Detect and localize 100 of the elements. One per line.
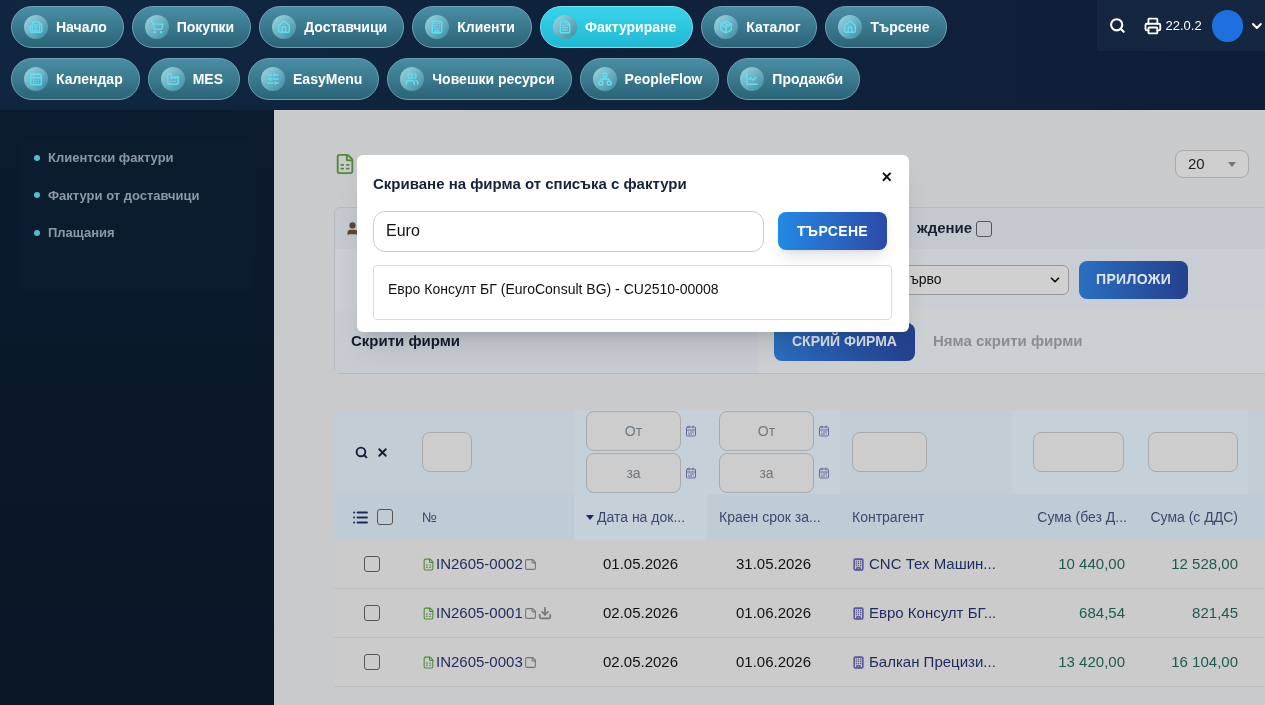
- select-all-checkbox[interactable]: [376, 509, 393, 525]
- invoice-icon: [334, 153, 356, 175]
- invoice-icon: [422, 557, 435, 571]
- date-field[interactable]: От: [586, 411, 681, 451]
- note-icon[interactable]: [523, 606, 537, 620]
- apply-button[interactable]: ПРИЛОЖИ: [1079, 260, 1189, 299]
- column-header[interactable]: Сума (с ДДС): [1137, 494, 1248, 540]
- table-cell-text: 10 440,00: [1057, 553, 1126, 574]
- download-icon[interactable]: [537, 606, 552, 620]
- sidebar-item[interactable]: Плащания: [34, 223, 240, 243]
- row-checkbox[interactable]: [364, 654, 380, 670]
- nav-icon: [552, 15, 577, 39]
- nav-button[interactable]: Покупки: [131, 6, 252, 48]
- hidden-firms-label: Скрити фирми: [351, 331, 461, 352]
- building-icon: [852, 655, 865, 669]
- invoice-icon: [422, 606, 435, 620]
- printer-icon[interactable]: [1143, 16, 1162, 35]
- caret-icon: [1228, 161, 1236, 167]
- note-icon[interactable]: [523, 557, 537, 571]
- table-cell-text: 12 528,00: [1170, 553, 1239, 574]
- filter-field[interactable]: [422, 432, 472, 472]
- table-cell-text: 01.06.2026: [734, 602, 813, 623]
- invoice-number[interactable]: IN2605-0001: [436, 601, 523, 625]
- nav-icon: [740, 67, 765, 91]
- nav-icon: [261, 67, 286, 91]
- date-field[interactable]: От: [719, 411, 814, 451]
- nav-icon: [160, 67, 185, 91]
- nav-button[interactable]: Търсене: [825, 6, 947, 48]
- nav-button[interactable]: Клиенти: [412, 6, 532, 48]
- filter-checkbox[interactable]: [976, 220, 993, 237]
- nav-icon: [714, 15, 739, 39]
- table-cell-text: 01.05.2026: [601, 553, 680, 574]
- sort-caret-icon: [586, 514, 594, 520]
- filter-field[interactable]: [1148, 432, 1238, 472]
- table-cell-text: Евро Консулт БГ...: [869, 602, 997, 623]
- row-checkbox[interactable]: [364, 556, 380, 572]
- table-cell-text: 02.05.2026: [601, 651, 680, 672]
- table-cell-text: 13 420,00: [1057, 651, 1126, 672]
- column-header[interactable]: Краен срок за...: [707, 494, 840, 540]
- nav-button[interactable]: MES: [147, 58, 241, 100]
- nav-button[interactable]: Начало: [11, 6, 124, 48]
- invoice-icon: [422, 655, 435, 669]
- list-icon[interactable]: [351, 508, 369, 526]
- avatar[interactable]: [1211, 9, 1244, 42]
- filter-field[interactable]: [852, 432, 927, 472]
- table-cell-text: 684,54: [1078, 602, 1126, 623]
- building-icon: [852, 557, 865, 571]
- table-cell-text: 16 104,00: [1170, 651, 1239, 672]
- date-field[interactable]: за: [719, 453, 814, 493]
- nav-icon: [272, 15, 297, 39]
- date-field[interactable]: за: [586, 453, 681, 493]
- filter-field[interactable]: [1033, 432, 1124, 472]
- table-cell-text: 821,45: [1191, 602, 1239, 623]
- calendar-icon[interactable]: [685, 425, 697, 437]
- calendar-icon[interactable]: [818, 425, 830, 437]
- invoice-number[interactable]: IN2605-0003: [436, 650, 523, 674]
- calendar-icon[interactable]: [685, 467, 697, 479]
- table-cell-text: 01.06.2026: [734, 651, 813, 672]
- table-cell-text: 02.05.2026: [601, 602, 680, 623]
- search-icon[interactable]: [355, 445, 368, 459]
- version-label: 22.0.2: [1165, 16, 1202, 35]
- filter-label: ждение: [917, 218, 973, 239]
- search-button[interactable]: ТЪРСЕНЕ: [778, 212, 887, 250]
- nav-button[interactable]: Календар: [11, 58, 140, 100]
- calendar-icon[interactable]: [818, 467, 830, 479]
- search-field[interactable]: Euro: [373, 210, 764, 252]
- nav-button[interactable]: Доставчици: [259, 6, 405, 48]
- column-header[interactable]: Контрагент: [840, 494, 1012, 540]
- column-header[interactable]: Дата на док...: [574, 494, 707, 540]
- table-cell-text: Балкан Прецизи...: [869, 651, 996, 672]
- page-size-select[interactable]: 20: [1175, 150, 1249, 178]
- nav-icon: [144, 15, 169, 39]
- nav-icon: [24, 67, 48, 91]
- column-header[interactable]: №: [410, 494, 574, 540]
- row-checkbox[interactable]: [364, 605, 380, 621]
- empty-message: Няма скрити фирми: [932, 331, 1083, 352]
- clear-icon[interactable]: [376, 445, 389, 459]
- nav-icon: [425, 15, 450, 39]
- sidebar-item[interactable]: Клиентски фактури: [34, 148, 240, 168]
- search-icon[interactable]: [1109, 17, 1126, 34]
- nav-icon: [24, 15, 48, 39]
- nav-icon: [592, 67, 617, 91]
- column-header[interactable]: Сума (без Д...: [1012, 494, 1137, 540]
- user-icon: [345, 221, 360, 236]
- nav-button[interactable]: Продажби: [727, 58, 861, 100]
- nav-icon: [838, 15, 863, 39]
- sidebar-item[interactable]: Фактури от доставчици: [34, 185, 240, 205]
- nav-icon: [400, 67, 425, 91]
- table-cell-text: 31.05.2026: [734, 553, 813, 574]
- nav-button[interactable]: PeopleFlow: [579, 58, 720, 100]
- nav-button[interactable]: EasyMenu: [248, 58, 380, 100]
- close-button[interactable]: ×: [881, 168, 892, 187]
- table-cell-text: CNC Тех Машин...: [869, 553, 996, 574]
- building-icon: [852, 606, 865, 620]
- nav-button[interactable]: Човешки ресурси: [387, 58, 572, 100]
- invoice-number[interactable]: IN2605-0002: [436, 552, 523, 576]
- modal-title: Скриване на фирма от списъка с фактури: [373, 174, 687, 194]
- result-item[interactable]: Евро Консулт БГ (EuroConsult BG) - CU2510-00008: [388, 278, 877, 300]
- note-icon[interactable]: [523, 655, 537, 669]
- nav-button[interactable]: Каталог: [701, 6, 818, 48]
